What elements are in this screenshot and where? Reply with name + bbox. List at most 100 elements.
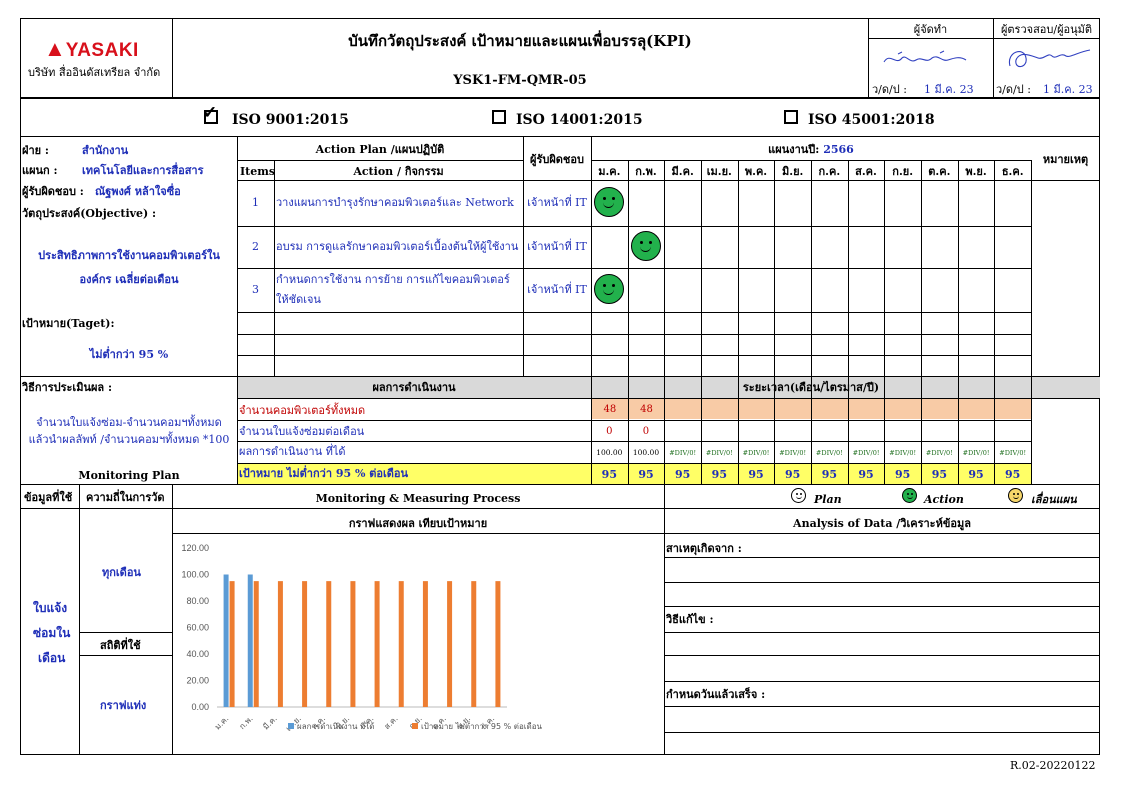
target-cell: 95: [738, 464, 775, 484]
form-revision-code: R.02-20220122: [1010, 759, 1096, 772]
cell-value: 95: [601, 467, 617, 481]
company-name: บริษัท สื่ออินดัสเทรียล จำกัด: [28, 66, 161, 79]
bar-target: [302, 581, 308, 707]
action-text: อบรม การดูแลรักษาคอมพิวเตอร์เบื้องต้นให้…: [276, 240, 519, 253]
target-cell: 95: [811, 464, 848, 484]
divider: [664, 160, 665, 484]
kpi-bar-chart: 0.00 20.00 40.00 60.00 80.00 100.00 120.00 ม.ค.…: [181, 543, 543, 733]
repair-requests-cell: 0: [591, 421, 628, 441]
total-computers-cell: 48: [628, 399, 665, 419]
result-achieved-cell: #DIV/0!: [701, 442, 738, 463]
bar-actual: [247, 574, 253, 707]
doc-code: YSK1-FM-QMR-05: [453, 73, 587, 88]
divider: [664, 484, 665, 755]
month-header: ก.ย.: [892, 165, 914, 178]
divider: [79, 484, 80, 755]
cell-value: 95: [1005, 467, 1021, 481]
iso-45001-checkbox[interactable]: [784, 110, 798, 124]
prepared-by-label: ผู้จัดทำ: [913, 23, 948, 36]
form-title: บันทึกวัตถุประสงค์ เป้าหมายและแผนเพื่อบร…: [348, 32, 692, 50]
repair-requests-cell: [921, 421, 958, 441]
cell-value: 95: [638, 467, 654, 481]
month-header: ม.ค.: [598, 165, 621, 178]
action-plan-title: Action Plan /แผนปฏิบัติ: [315, 143, 445, 156]
legend-label-target: เป้าหมาย ไม่ต่ำกว่า 95 % ต่อเดือน: [421, 720, 543, 731]
prepared-date: 1 มี.ค. 23: [924, 83, 974, 96]
cell-value: #DIV/0!: [742, 448, 770, 457]
cell-value: 0: [642, 425, 650, 437]
result-achieved-cell: #DIV/0!: [774, 442, 811, 463]
prepared-date-label: ว/ด/ป :: [872, 83, 907, 96]
divider: [738, 160, 739, 484]
divider: [237, 312, 1031, 313]
analysis-title: Analysis of Data /วิเคราะห์ข้อมูล: [793, 517, 971, 530]
bar-target: [422, 581, 428, 707]
divider: [237, 355, 1031, 356]
target-cell: 95: [994, 464, 1031, 484]
result-achieved-cell: #DIV/0!: [921, 442, 958, 463]
repair-requests-cell: [884, 421, 921, 441]
divider: [664, 655, 1100, 656]
cell-value: 95: [711, 467, 727, 481]
month-header: ต.ค.: [928, 165, 951, 178]
divider: [20, 484, 1100, 485]
divider: [172, 533, 1100, 534]
total-computers-cell: [995, 399, 1032, 419]
target-cell: 95: [774, 464, 811, 484]
divider: [664, 632, 1100, 633]
target-cell: 95: [884, 464, 921, 484]
divider: [523, 136, 524, 376]
target-label: เป้าหมาย(Taget):: [22, 317, 115, 330]
cell-value: #DIV/0!: [962, 448, 990, 457]
result-achieved-cell: #DIV/0!: [848, 442, 885, 463]
action-done-smiley-icon: [631, 231, 661, 261]
divider: [774, 160, 775, 484]
repair-requests-cell: [664, 421, 701, 441]
reviewer-label: ผู้ตรวจสอบ/ผู้อนุมัติ: [1000, 23, 1093, 36]
cell-value: 48: [603, 403, 617, 415]
iso-14001-label: ISO 14001:2015: [516, 112, 643, 128]
month-header: ธ.ค.: [1001, 165, 1024, 178]
responsible-header: ผู้รับผิดชอบ: [530, 153, 584, 166]
item-number: 2: [252, 240, 259, 253]
y-tick-label: 20.00: [186, 676, 209, 686]
divider: [994, 160, 995, 484]
cause-label: สาเหตุเกิดจาก :: [666, 542, 742, 555]
x-tick-label: มี.ค.: [261, 714, 278, 731]
divider: [237, 226, 1031, 227]
iso-14001-checkbox[interactable]: [492, 110, 506, 124]
remark-header: หมายเหตุ: [1042, 153, 1089, 166]
divider: [1031, 398, 1032, 484]
divider: [237, 398, 1100, 399]
delay-legend-icon: [1008, 488, 1023, 503]
reviewer-date: 1 มี.ค. 23: [1043, 83, 1093, 96]
divider: [591, 136, 592, 484]
cell-value: 48: [640, 403, 653, 415]
iso-9001-label: ISO 9001:2015: [232, 112, 349, 128]
total-computers-cell: [885, 399, 922, 419]
bar-actual: [223, 574, 229, 707]
plan-year-label: แผนงานปี: 2566: [591, 144, 1031, 155]
x-tick-label: ส.ค.: [382, 714, 399, 731]
divider: [237, 441, 1031, 442]
chart-title: กราฟแสดงผล เทียบเป้าหมาย: [348, 517, 488, 530]
results-title: ผลการดำเนินงาน: [372, 381, 456, 394]
section-label: แผนก :: [22, 164, 58, 177]
result-achieved-cell: #DIV/0!: [664, 442, 701, 463]
month-header: พ.ย.: [965, 165, 987, 178]
preparer-signature: [883, 50, 967, 63]
fix-label: วิธีแก้ไข :: [666, 613, 714, 626]
divider: [958, 160, 959, 484]
result-achieved-cell: #DIV/0!: [811, 442, 848, 463]
month-header: ก.พ.: [635, 165, 657, 178]
plan-year-text: แผนงานปี:: [768, 143, 820, 156]
month-header: ส.ค.: [855, 165, 877, 178]
data-used-header: ข้อมูลที่ใช้: [24, 491, 73, 504]
action-text: กำหนดการใช้งาน การย้าย การแก้ไขคอมพิวเตอ…: [276, 273, 510, 286]
divider: [20, 376, 1100, 377]
section-value: เทคโนโลยีและการสื่อสาร: [82, 164, 204, 177]
total-computers-cell: [775, 399, 811, 419]
divider: [664, 732, 1100, 733]
y-tick-label: 120.00: [181, 543, 209, 553]
cell-value: 95: [968, 467, 984, 481]
